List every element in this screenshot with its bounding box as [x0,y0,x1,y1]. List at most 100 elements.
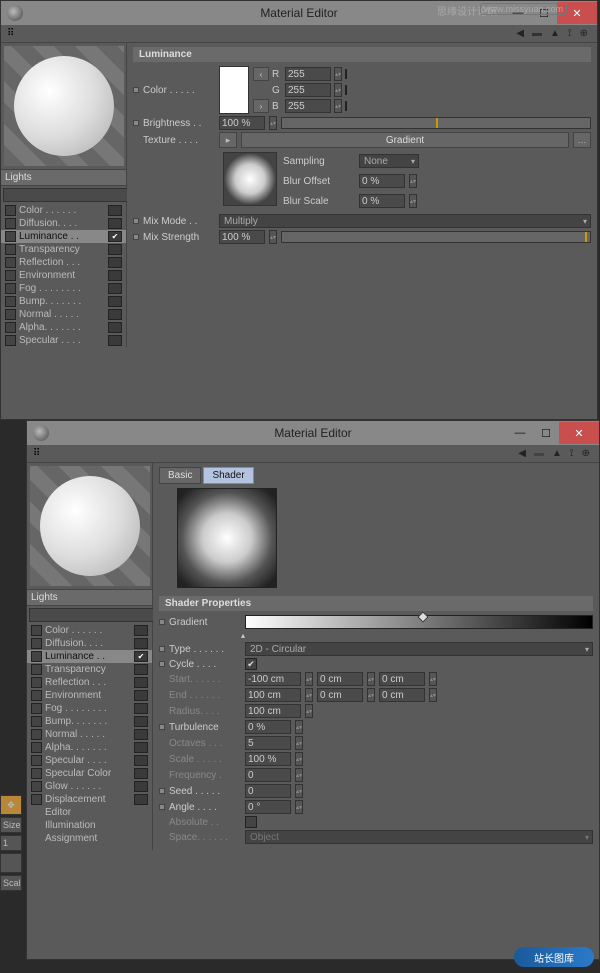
radius-input[interactable]: 100 cm [245,704,301,718]
start-y-input[interactable]: 0 cm [317,672,363,686]
blur-offset-input[interactable]: 0 % [359,174,405,188]
maximize-button[interactable]: ☐ [533,422,559,444]
anim-dot[interactable] [159,804,165,810]
turbulence-input[interactable]: 0 % [245,720,291,734]
gradient-handle-icon[interactable]: ▴ [241,631,245,640]
b-input[interactable]: 255 [285,99,331,113]
channel-toggle[interactable] [108,218,122,229]
channel-toggle[interactable]: ✔ [108,231,122,242]
texture-arrow-icon[interactable]: ▸ [219,132,237,148]
channel-toggle[interactable] [134,729,148,740]
new-tab-icon[interactable]: ⊕ [577,28,591,39]
channel-row[interactable]: Reflection . . . [1,256,126,269]
channel-row[interactable]: Bump. . . . . . . [27,715,152,728]
cycle-checkbox[interactable]: ✔ [245,658,257,670]
channel-toggle[interactable] [134,716,148,727]
channel-checkbox[interactable] [5,218,16,229]
channel-row[interactable]: Luminance . .✔ [1,230,126,243]
channel-row[interactable]: Specular . . . . [27,754,152,767]
brightness-slider[interactable] [281,117,591,129]
end-x-input[interactable]: 100 cm [245,688,301,702]
channel-row[interactable]: Fog . . . . . . . . [1,282,126,295]
channel-row[interactable]: Normal . . . . . [27,728,152,741]
channel-toggle[interactable] [108,257,122,268]
lock-icon[interactable]: ⟟ [567,448,577,459]
channel-row[interactable]: Environment [27,689,152,702]
channel-toggle[interactable] [134,742,148,753]
seed-input[interactable]: 0 [245,784,291,798]
nav-forward-icon[interactable]: ▬ [531,448,547,459]
lock-icon[interactable]: ⟟ [565,28,575,39]
mixstrength-slider[interactable] [281,231,591,243]
channel-row[interactable]: Assignment [27,832,152,845]
channel-row[interactable]: Color . . . . . . [1,204,126,217]
r-slider[interactable] [345,69,347,79]
spinner-icon[interactable]: ▴▾ [334,67,342,81]
anim-dot[interactable] [133,234,139,240]
channel-row[interactable]: Bump. . . . . . . [1,295,126,308]
prev-icon[interactable]: ‹ [253,67,269,81]
spinner-icon[interactable]: ▴▾ [334,83,342,97]
anim-dot[interactable] [159,724,165,730]
channel-toggle[interactable] [108,270,122,281]
spinner-icon[interactable]: ▴▾ [409,174,417,188]
frequency-input[interactable]: 0 [245,768,291,782]
channel-row[interactable]: Transparency [27,663,152,676]
channel-toggle[interactable] [108,335,122,346]
move-tool-icon[interactable]: ✥ [0,795,22,815]
channel-row[interactable]: Editor [27,806,152,819]
angle-input[interactable]: 0 ° [245,800,291,814]
anim-dot[interactable] [159,619,165,625]
anim-dot[interactable] [159,788,165,794]
blur-scale-input[interactable]: 0 % [359,194,405,208]
nav-back-icon[interactable]: ◀ [513,28,527,39]
channel-checkbox[interactable] [5,322,16,333]
channel-row[interactable]: Displacement [27,793,152,806]
channel-checkbox[interactable] [5,270,16,281]
anim-dot[interactable] [133,120,139,126]
texture-button[interactable]: Gradient [241,132,569,148]
channel-toggle[interactable] [134,638,148,649]
scale-input[interactable]: 100 % [245,752,291,766]
anim-dot[interactable] [133,87,139,93]
titlebar[interactable]: Material Editor — ☐ ✕ [27,421,599,445]
channel-toggle[interactable] [134,794,148,805]
channel-row[interactable]: Color . . . . . . [27,624,152,637]
search-input[interactable] [29,608,167,622]
r-input[interactable]: 255 [285,67,331,81]
channel-row[interactable]: Reflection . . . [27,676,152,689]
channel-checkbox[interactable] [31,638,42,649]
nav-up-icon[interactable]: ▲ [547,28,563,39]
spinner-icon[interactable]: ▴▾ [269,230,277,244]
next-icon[interactable]: › [253,99,269,113]
b-slider[interactable] [345,101,347,111]
channel-row[interactable]: Normal . . . . . [1,308,126,321]
channel-checkbox[interactable] [5,283,16,294]
channel-checkbox[interactable] [31,703,42,714]
channel-toggle[interactable] [108,244,122,255]
channel-toggle[interactable] [108,283,122,294]
anim-dot[interactable] [159,646,165,652]
nav-back-icon[interactable]: ◀ [515,448,529,459]
channel-checkbox[interactable] [31,794,42,805]
channel-row[interactable]: Diffusion. . . . [27,637,152,650]
channel-row[interactable]: Luminance . .✔ [27,650,152,663]
mixmode-dropdown[interactable]: Multiply [219,214,591,228]
channel-row[interactable]: Glow . . . . . . [27,780,152,793]
channel-checkbox[interactable] [5,257,16,268]
channel-row[interactable]: Specular . . . . [1,334,126,347]
sampling-dropdown[interactable]: None [359,154,419,168]
channel-row[interactable]: Alpha. . . . . . . [1,321,126,334]
channel-checkbox[interactable] [31,651,42,662]
nav-up-icon[interactable]: ▲ [549,448,565,459]
channel-toggle[interactable] [134,677,148,688]
channel-checkbox[interactable] [31,690,42,701]
channel-toggle[interactable]: ✔ [134,651,148,662]
channel-toggle[interactable] [134,781,148,792]
texture-thumbnail[interactable] [223,152,277,206]
channel-checkbox[interactable] [31,716,42,727]
channel-toggle[interactable] [134,755,148,766]
channel-checkbox[interactable] [5,335,16,346]
channel-checkbox[interactable] [5,244,16,255]
anim-dot[interactable] [133,218,139,224]
